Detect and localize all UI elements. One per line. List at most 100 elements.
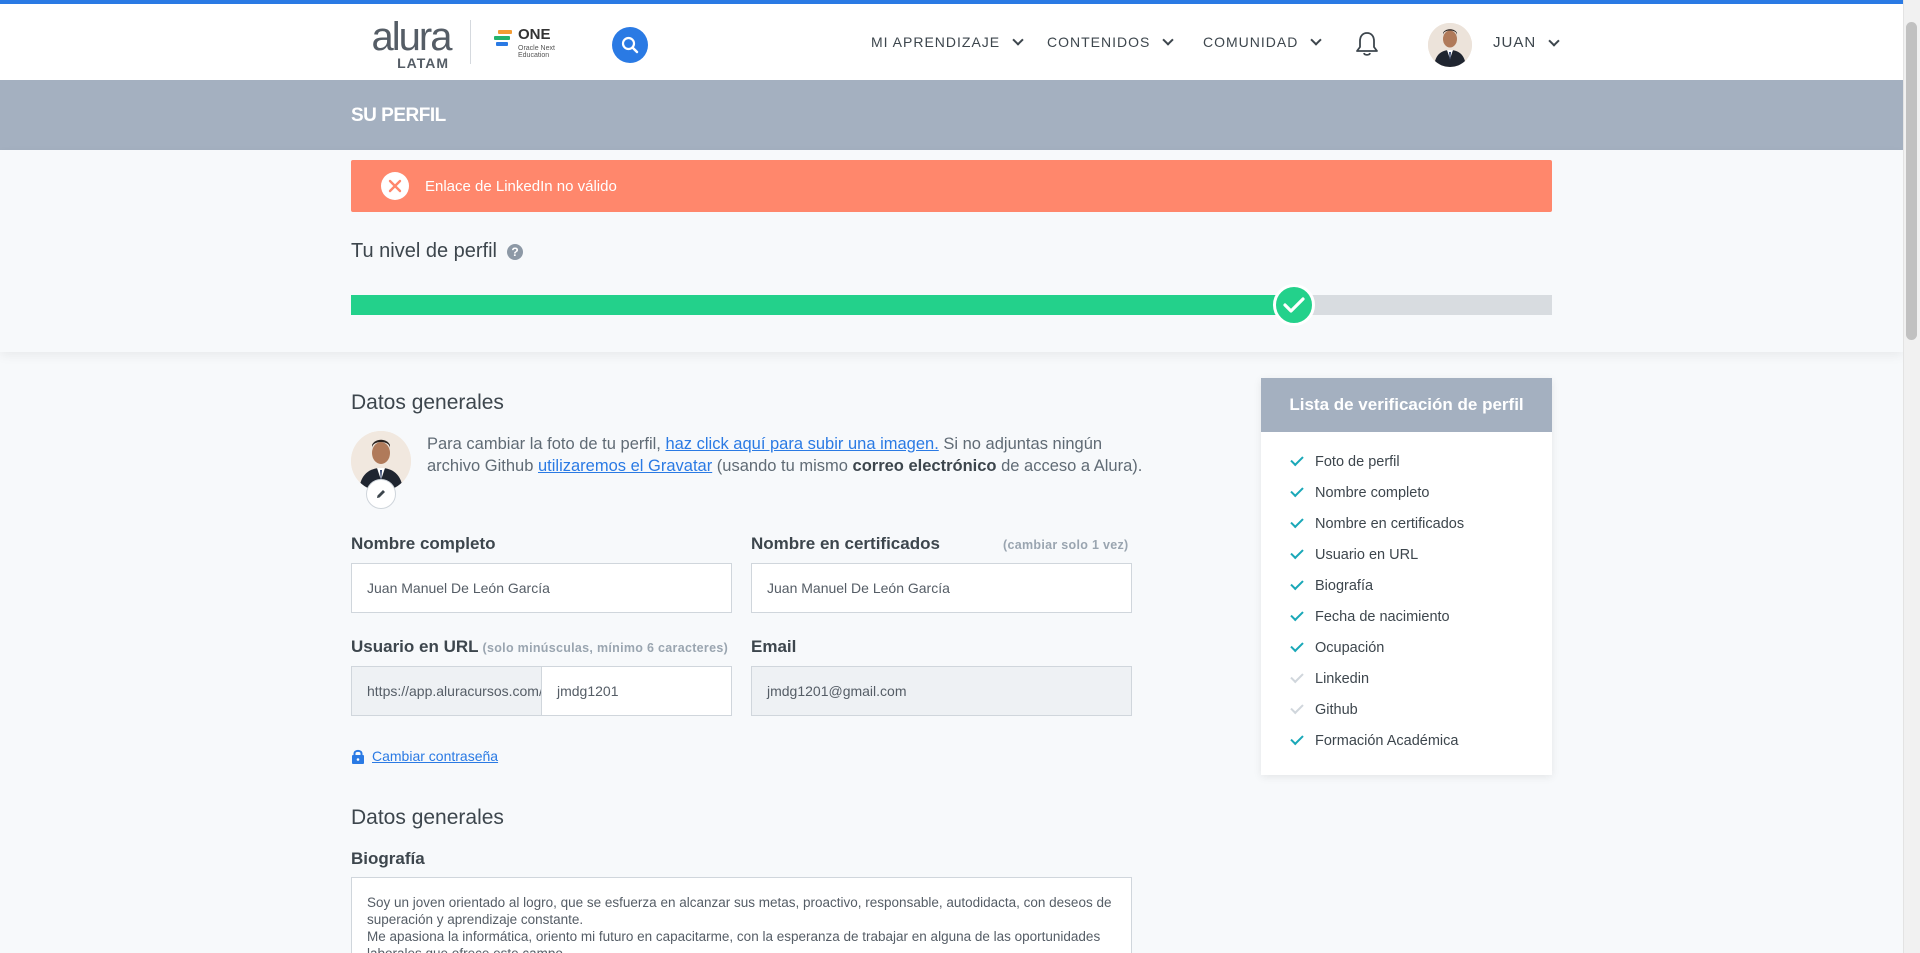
photo-text-part: de acceso a Alura).: [996, 457, 1143, 475]
alert-message: Enlace de LinkedIn no válido: [425, 177, 617, 195]
photo-instructions: Para cambiar la foto de tu perfil, haz c…: [427, 433, 1147, 477]
nav-mi-aprendizaje[interactable]: MI APRENDIZAJE: [871, 34, 1024, 50]
chevron-down-icon: [1548, 34, 1560, 47]
photo-text-part: (usando tu mismo: [712, 457, 853, 475]
checklist-list: Foto de perfil Nombre completo Nombre en c…: [1261, 432, 1552, 756]
cert-name-input[interactable]: Juan Manuel De León García: [751, 563, 1132, 613]
alura-logo[interactable]: alura LATAM: [369, 15, 453, 71]
url-user-label-text: Usuario en URL: [351, 637, 479, 656]
pencil-icon: [377, 490, 385, 498]
chevron-down-icon: [1162, 34, 1175, 46]
progress-check-icon: [1272, 284, 1315, 326]
notifications-button[interactable]: [1354, 30, 1380, 58]
full-name-input[interactable]: Juan Manuel De León García: [351, 563, 732, 613]
profile-level-panel: Enlace de LinkedIn no válido Tu nivel de…: [0, 150, 1903, 352]
nav-contenidos[interactable]: CONTENIDOS: [1047, 34, 1175, 50]
full-name-label: Nombre completo: [351, 534, 496, 553]
bio-text: Soy un joven orientado al logro, que se …: [367, 895, 1112, 953]
profile-level-label: Tu nivel de perfil: [351, 240, 497, 262]
email-label: Email: [751, 637, 797, 656]
checklist-item: Fecha de nacimiento: [1290, 601, 1552, 632]
checklist-item-label: Foto de perfil: [1315, 453, 1400, 470]
scrollbar-thumb[interactable]: [1906, 22, 1917, 340]
bell-icon: [1356, 32, 1378, 56]
url-user-hint: (solo minúsculas, mínimo 6 caracteres): [482, 641, 729, 655]
user-avatar-image: [1428, 23, 1472, 67]
user-menu[interactable]: JUAN: [1493, 34, 1560, 51]
checklist-item-label: Nombre completo: [1315, 484, 1430, 501]
nav-label: MI APRENDIZAJE: [871, 34, 1001, 50]
checklist-item-label: Usuario en URL: [1315, 546, 1419, 563]
checklist-item-label: Nombre en certificados: [1315, 515, 1465, 532]
url-user-input[interactable]: jmdg1201: [541, 666, 732, 716]
logo-alura-text: alura: [371, 15, 453, 59]
profile-progress-bar: [351, 284, 1552, 326]
checklist-item-label: Github: [1315, 701, 1358, 718]
logo-divider: [470, 20, 471, 64]
url-user-label: Usuario en URL (solo minúsculas, mínimo 6…: [351, 637, 728, 657]
profile-checklist: Lista de verificación de perfil Foto de …: [1261, 378, 1552, 775]
checklist-item: Foto de perfil: [1290, 446, 1552, 477]
profile-photo-section: Para cambiar la foto de tu perfil, haz c…: [351, 431, 1142, 511]
one-logo-subtitle: Oracle Next Education: [518, 45, 555, 59]
email-input: jmdg1201@gmail.com: [751, 666, 1132, 716]
edit-photo-button[interactable]: [366, 479, 396, 509]
search-icon: [621, 36, 639, 54]
check-icon: [1290, 545, 1304, 560]
checklist-item: Nombre completo: [1290, 477, 1552, 508]
profile-progress-fill: [351, 295, 1294, 315]
check-icon: [1290, 607, 1304, 622]
help-icon[interactable]: ?: [507, 243, 523, 260]
close-circle-icon[interactable]: [381, 172, 409, 200]
bio-textarea[interactable]: Soy un joven orientado al logro, que se …: [351, 877, 1132, 953]
top-navbar: alura LATAM ONE Oracle Next Education MI…: [0, 4, 1903, 80]
page-title: SU PERFIL: [351, 105, 446, 126]
check-icon: [1290, 638, 1304, 653]
chevron-down-icon: [1012, 34, 1024, 46]
page-scrollbar[interactable]: [1903, 0, 1920, 953]
upload-image-link[interactable]: haz click aquí para subir una imagen.: [665, 435, 938, 453]
gravatar-link[interactable]: utilizaremos el Gravatar: [538, 457, 712, 475]
change-password-link[interactable]: Cambiar contraseña: [351, 748, 498, 764]
bio-label: Biografía: [351, 849, 425, 868]
one-bars-icon: [494, 30, 512, 50]
checklist-item: Formación Académica: [1290, 725, 1552, 756]
user-avatar[interactable]: [1428, 23, 1472, 67]
change-password-text: Cambiar contraseña: [372, 748, 499, 764]
error-alert: Enlace de LinkedIn no válido: [351, 160, 1552, 212]
lock-icon: [352, 749, 364, 764]
check-icon: [1290, 576, 1304, 591]
one-logo-title: ONE: [518, 26, 551, 43]
one-logo: ONE Oracle Next Education: [494, 26, 564, 62]
page-banner: SU PERFIL: [0, 80, 1903, 150]
cert-name-label: Nombre en certificados: [751, 534, 940, 553]
photo-text-bold: correo electrónico: [852, 457, 997, 475]
check-icon: [1290, 669, 1304, 684]
check-icon: [1290, 452, 1304, 467]
nav-label: COMUNIDAD: [1203, 34, 1299, 50]
check-icon: [1290, 514, 1304, 529]
nav-comunidad[interactable]: COMUNIDAD: [1203, 34, 1323, 50]
checklist-item-label: Linkedin: [1315, 670, 1370, 687]
checklist-item: Ocupación: [1290, 632, 1552, 663]
photo-text-part: Para cambiar la foto de tu perfil,: [427, 435, 666, 453]
nav-label: CONTENIDOS: [1047, 34, 1151, 50]
section-title-general: Datos generales: [351, 391, 504, 414]
checklist-item-label: Formación Académica: [1315, 732, 1459, 749]
checklist-item: Usuario en URL: [1290, 539, 1552, 570]
checklist-item-label: Biografía: [1315, 577, 1374, 594]
section-title-general-2: Datos generales: [351, 806, 504, 829]
check-icon: [1290, 483, 1304, 498]
checklist-item: Github: [1290, 694, 1552, 725]
checklist-item: Linkedin: [1290, 663, 1552, 694]
profile-level-title: Tu nivel de perfil ?: [351, 240, 523, 263]
check-icon: [1290, 731, 1304, 746]
chevron-down-icon: [1310, 34, 1323, 46]
search-button[interactable]: [612, 27, 648, 63]
user-name-label: JUAN: [1493, 34, 1537, 51]
checklist-item: Nombre en certificados: [1290, 508, 1552, 539]
checklist-item-label: Ocupación: [1315, 639, 1385, 656]
checklist-title: Lista de verificación de perfil: [1261, 378, 1552, 432]
checklist-item-label: Fecha de nacimiento: [1315, 608, 1450, 625]
url-prefix: https://app.aluracursos.com/user/: [351, 666, 543, 716]
